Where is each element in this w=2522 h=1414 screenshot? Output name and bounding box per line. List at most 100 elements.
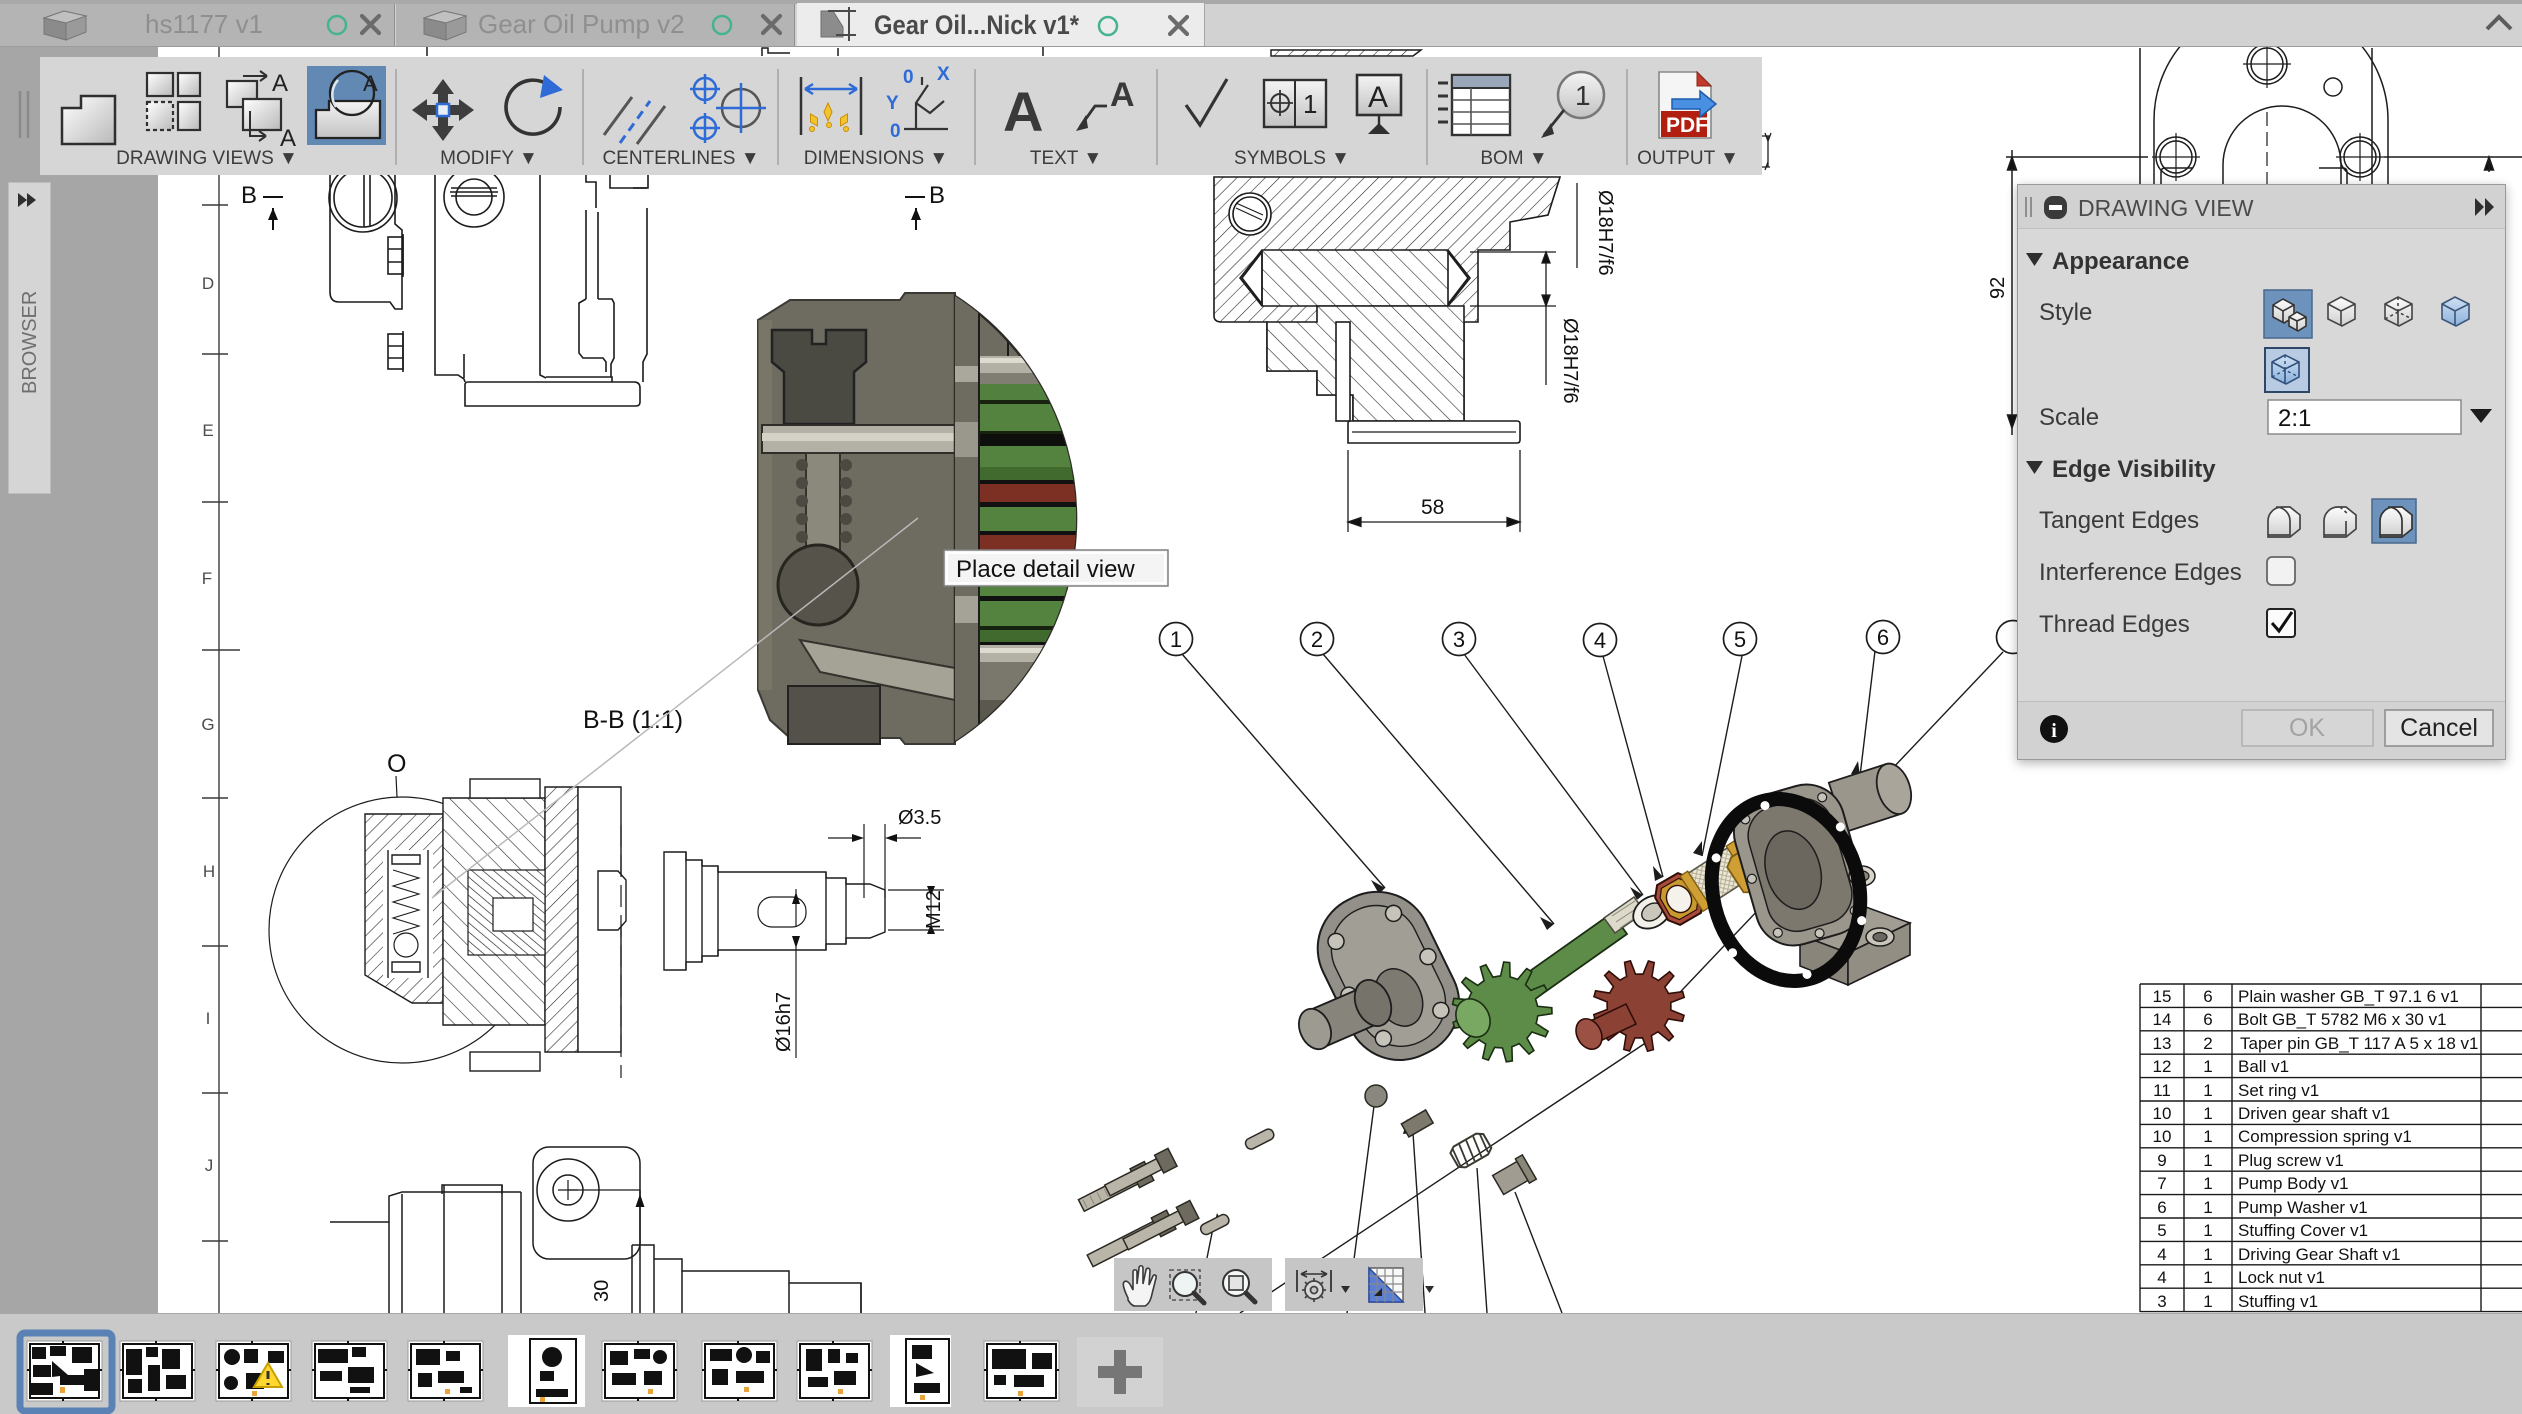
svg-text:Ø16h7: Ø16h7 xyxy=(773,992,795,1052)
svg-text:Plug screw v1: Plug screw v1 xyxy=(2238,1151,2344,1170)
svg-text:A: A xyxy=(363,71,378,96)
svg-text:G: G xyxy=(201,715,214,734)
svg-text:DRAWING VIEW: DRAWING VIEW xyxy=(2078,195,2254,221)
svg-text:Ø3.5: Ø3.5 xyxy=(898,807,941,829)
svg-text:E: E xyxy=(202,421,213,440)
svg-text:6: 6 xyxy=(2203,987,2212,1006)
svg-text:BOM ▼: BOM ▼ xyxy=(1480,148,1547,169)
svg-text:15: 15 xyxy=(2153,987,2172,1006)
svg-text:Appearance: Appearance xyxy=(2052,248,2189,275)
svg-text:i: i xyxy=(2051,720,2057,742)
svg-text:Gear Oil...Nick v1*: Gear Oil...Nick v1* xyxy=(874,10,1079,40)
svg-text:TEXT ▼: TEXT ▼ xyxy=(1030,148,1102,169)
svg-text:58: 58 xyxy=(1421,496,1444,519)
svg-text:DRAWING VIEWS ▼: DRAWING VIEWS ▼ xyxy=(116,148,298,169)
svg-text:Thread Edges: Thread Edges xyxy=(2039,611,2190,638)
svg-text:A: A xyxy=(280,125,296,152)
svg-text:11: 11 xyxy=(2153,1081,2171,1100)
svg-text:MODIFY ▼: MODIFY ▼ xyxy=(440,148,538,169)
svg-text:6: 6 xyxy=(1877,625,1889,650)
svg-text:1: 1 xyxy=(2203,1057,2212,1076)
svg-text:Y: Y xyxy=(886,93,899,114)
svg-text:Lock nut v1: Lock nut v1 xyxy=(2238,1268,2325,1287)
svg-text:Pump Body v1: Pump Body v1 xyxy=(2238,1174,2349,1193)
svg-text:J: J xyxy=(205,1156,214,1175)
svg-text:1: 1 xyxy=(2203,1198,2212,1217)
svg-text:9: 9 xyxy=(2157,1151,2166,1170)
svg-text:Gear Oil Pump v2: Gear Oil Pump v2 xyxy=(478,9,685,39)
svg-text:1: 1 xyxy=(2203,1174,2212,1193)
svg-text:Cancel: Cancel xyxy=(2400,714,2478,742)
svg-text:PDF: PDF xyxy=(1666,114,1708,137)
svg-text:5: 5 xyxy=(2157,1221,2166,1240)
svg-text:0: 0 xyxy=(903,67,914,88)
svg-text:Plain washer GB_T 97.1 6 v1: Plain washer GB_T 97.1 6 v1 xyxy=(2238,987,2459,1006)
svg-text:B: B xyxy=(241,182,257,209)
svg-text:SYMBOLS ▼: SYMBOLS ▼ xyxy=(1234,148,1350,169)
svg-text:30: 30 xyxy=(591,1280,613,1302)
svg-text:Compression spring v1: Compression spring v1 xyxy=(2238,1127,2412,1146)
svg-text:0: 0 xyxy=(890,121,901,142)
svg-text:13: 13 xyxy=(2153,1034,2172,1053)
svg-text:1: 1 xyxy=(2203,1221,2212,1240)
svg-text:Tangent Edges: Tangent Edges xyxy=(2039,507,2199,534)
svg-text:1: 1 xyxy=(1303,89,1317,119)
svg-text:10: 10 xyxy=(2153,1127,2172,1146)
svg-text:Stuffing Cover v1: Stuffing Cover v1 xyxy=(2238,1221,2368,1240)
svg-text:Place detail view: Place detail view xyxy=(956,556,1135,583)
svg-text:1: 1 xyxy=(2203,1151,2212,1170)
svg-text:1: 1 xyxy=(2203,1127,2212,1146)
svg-text:4: 4 xyxy=(2157,1268,2166,1287)
svg-text:Set ring v1: Set ring v1 xyxy=(2238,1081,2319,1100)
svg-text:OK: OK xyxy=(2289,714,2325,742)
svg-text:1: 1 xyxy=(2203,1081,2212,1100)
svg-text:A: A xyxy=(1003,80,1043,143)
svg-text:6: 6 xyxy=(2203,1010,2212,1029)
svg-text:hs1177 v1: hs1177 v1 xyxy=(145,9,263,39)
svg-text:DIMENSIONS ▼: DIMENSIONS ▼ xyxy=(804,148,948,169)
svg-text:2: 2 xyxy=(1311,627,1323,652)
svg-text:3: 3 xyxy=(2157,1292,2166,1311)
svg-text:7: 7 xyxy=(2157,1174,2166,1193)
svg-text:M12: M12 xyxy=(923,890,945,929)
svg-text:A: A xyxy=(272,70,288,97)
svg-text:12: 12 xyxy=(2153,1057,2172,1076)
svg-text:Style: Style xyxy=(2039,299,2092,326)
svg-text:A: A xyxy=(1368,81,1388,114)
svg-text:H: H xyxy=(203,862,215,881)
svg-text:BROWSER: BROWSER xyxy=(19,291,41,394)
svg-text:Driving Gear Shaft v1: Driving Gear Shaft v1 xyxy=(2238,1245,2401,1264)
svg-text:4: 4 xyxy=(2157,1245,2166,1264)
svg-text:Edge Visibility: Edge Visibility xyxy=(2052,456,2216,483)
svg-text:2: 2 xyxy=(2203,1034,2212,1053)
svg-text:92: 92 xyxy=(1987,277,2009,299)
svg-text:CENTERLINES ▼: CENTERLINES ▼ xyxy=(602,148,759,169)
svg-text:Interference Edges: Interference Edges xyxy=(2039,559,2242,586)
svg-text:10: 10 xyxy=(2153,1104,2172,1123)
svg-text:Bolt GB_T 5782 M6 x 30 v1: Bolt GB_T 5782 M6 x 30 v1 xyxy=(2238,1010,2447,1029)
svg-text:D: D xyxy=(202,274,214,293)
svg-text:14: 14 xyxy=(2153,1010,2172,1029)
svg-text:2:1: 2:1 xyxy=(2278,405,2311,432)
svg-text:O: O xyxy=(387,750,406,778)
svg-text:B: B xyxy=(929,182,945,209)
svg-text:5: 5 xyxy=(1734,627,1746,652)
svg-text:Ø18H7/f6: Ø18H7/f6 xyxy=(1559,318,1581,404)
svg-text:1: 1 xyxy=(2203,1292,2212,1311)
svg-text:1: 1 xyxy=(2203,1104,2212,1123)
svg-text:B-B (1:1): B-B (1:1) xyxy=(583,706,683,734)
svg-text:4: 4 xyxy=(1594,628,1606,653)
svg-text:1: 1 xyxy=(1170,627,1182,652)
svg-text:A: A xyxy=(1110,76,1135,114)
svg-text:Pump Washer v1: Pump Washer v1 xyxy=(2238,1198,2368,1217)
svg-text:6: 6 xyxy=(2157,1198,2166,1217)
svg-text:1: 1 xyxy=(2203,1245,2212,1264)
svg-text:I: I xyxy=(206,1009,211,1028)
svg-text:3: 3 xyxy=(1453,627,1465,652)
svg-text:Ø18H7/f6: Ø18H7/f6 xyxy=(1594,190,1616,276)
svg-text:F: F xyxy=(202,569,212,588)
svg-text:1: 1 xyxy=(1575,80,1591,111)
svg-text:Taper pin GB_T 117 A 5 x 18 v1: Taper pin GB_T 117 A 5 x 18 v1 xyxy=(2240,1034,2478,1053)
svg-text:Driven gear shaft v1: Driven gear shaft v1 xyxy=(2238,1104,2390,1123)
svg-text:Stuffing v1: Stuffing v1 xyxy=(2238,1292,2318,1311)
